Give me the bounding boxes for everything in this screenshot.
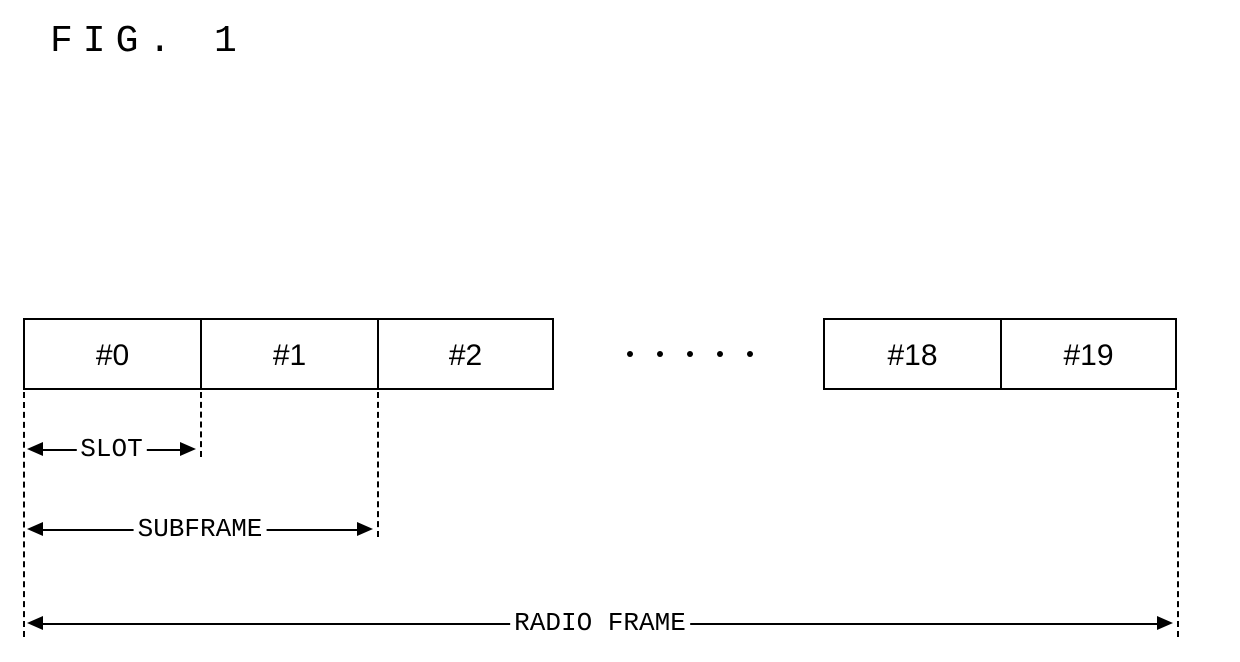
figure-title: FIG. 1 [50,20,247,63]
guide-subframe-end [377,392,379,537]
slot-0: #0 [23,318,200,390]
dimension-subframe: SUBFRAME [23,518,377,540]
dimension-radioframe: RADIO FRAME [23,612,1177,634]
slot-row-right: #18#19 [823,318,1177,390]
guide-right [1177,392,1179,637]
slot-18: #18 [823,318,1000,390]
ellipsis-dots [590,318,790,390]
slot-19: #19 [1000,318,1177,390]
dimension-slot: SLOT [23,438,200,460]
slot-row-left: #0#1#2 [23,318,554,390]
guide-slot-end [200,392,202,457]
slot-2: #2 [377,318,554,390]
slot-label: SLOT [76,434,146,464]
radioframe-label: RADIO FRAME [510,608,690,638]
subframe-label: SUBFRAME [134,514,267,544]
guide-left [23,392,25,637]
slot-1: #1 [200,318,377,390]
